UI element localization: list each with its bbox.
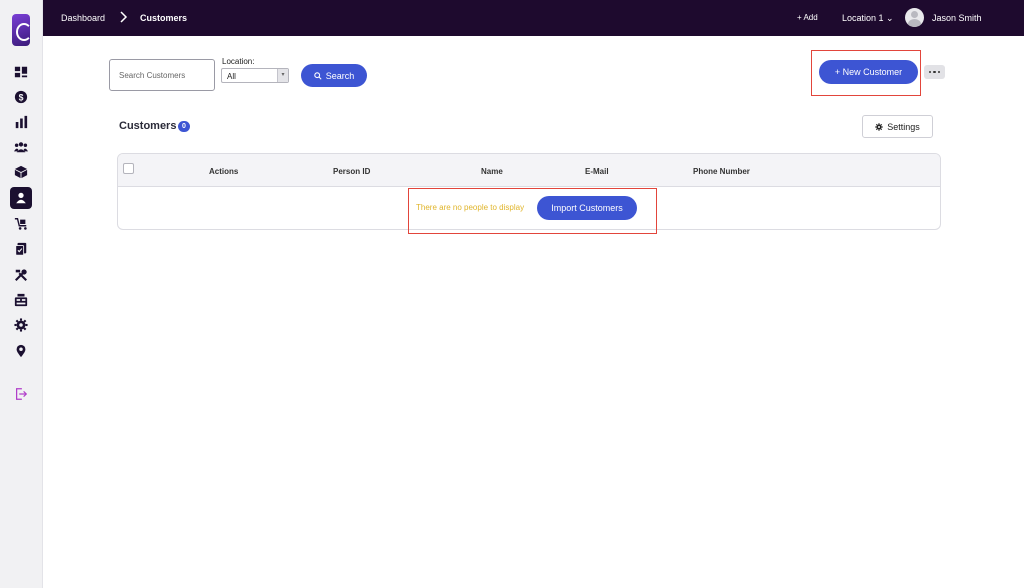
- search-button[interactable]: Search: [301, 64, 367, 87]
- location-select[interactable]: All ▾: [221, 68, 289, 83]
- dollar-icon[interactable]: $: [11, 87, 31, 107]
- new-customer-button[interactable]: + New Customer: [819, 60, 918, 84]
- box-icon[interactable]: [11, 162, 31, 182]
- search-input[interactable]: [109, 59, 215, 91]
- users-icon[interactable]: [11, 137, 31, 157]
- search-icon: [314, 71, 322, 80]
- gear-icon[interactable]: [11, 315, 31, 335]
- sidebar: $: [0, 0, 43, 588]
- breadcrumb-customers: Customers: [140, 13, 188, 23]
- clipboard-icon[interactable]: [11, 239, 31, 259]
- ellipsis-icon: [928, 70, 932, 74]
- top-bar: Dashboard Customers + Add Location 1 ⌄ J…: [43, 0, 1024, 36]
- import-customers-button[interactable]: Import Customers: [537, 196, 637, 220]
- dashboard-icon[interactable]: [11, 62, 31, 82]
- chevron-down-icon: ▾: [277, 69, 288, 82]
- search-button-label: Search: [325, 70, 355, 81]
- count-badge: 0: [178, 121, 190, 132]
- import-customers-label: Import Customers: [551, 203, 623, 213]
- new-customer-label: + New Customer: [834, 67, 903, 77]
- gear-icon: [875, 122, 883, 131]
- empty-state-text: There are no people to display: [416, 203, 525, 212]
- user-name[interactable]: Jason Smith: [932, 13, 982, 23]
- customer-icon[interactable]: [10, 187, 32, 209]
- location-label: Location:: [222, 57, 255, 66]
- location-pin-icon[interactable]: [11, 341, 31, 361]
- location-select-value: All: [227, 72, 236, 81]
- bar-chart-icon[interactable]: [11, 112, 31, 132]
- add-button[interactable]: + Add: [797, 13, 818, 22]
- page-title: Customers: [119, 120, 177, 132]
- settings-label: Settings: [887, 121, 920, 132]
- register-icon[interactable]: [11, 290, 31, 310]
- breadcrumb-dashboard[interactable]: Dashboard: [61, 13, 105, 23]
- column-phone-number[interactable]: Phone Number: [693, 167, 750, 176]
- column-name[interactable]: Name: [481, 167, 503, 176]
- column-actions[interactable]: Actions: [209, 167, 238, 176]
- tools-icon[interactable]: [11, 265, 31, 285]
- svg-text:$: $: [19, 93, 24, 103]
- select-all-checkbox[interactable]: [123, 163, 134, 174]
- chevron-right-icon: [116, 10, 130, 24]
- settings-button[interactable]: Settings: [862, 115, 933, 138]
- table-header: Actions Person ID Name E-Mail Phone Numb…: [118, 154, 940, 187]
- cart-icon[interactable]: [11, 214, 31, 234]
- location-dropdown[interactable]: Location 1 ⌄: [842, 13, 894, 24]
- more-options-button[interactable]: [924, 65, 945, 79]
- logout-icon[interactable]: [11, 384, 31, 404]
- column-email[interactable]: E-Mail: [585, 167, 609, 176]
- avatar[interactable]: [905, 8, 924, 27]
- app-logo[interactable]: [12, 14, 30, 46]
- column-person-id[interactable]: Person ID: [333, 167, 370, 176]
